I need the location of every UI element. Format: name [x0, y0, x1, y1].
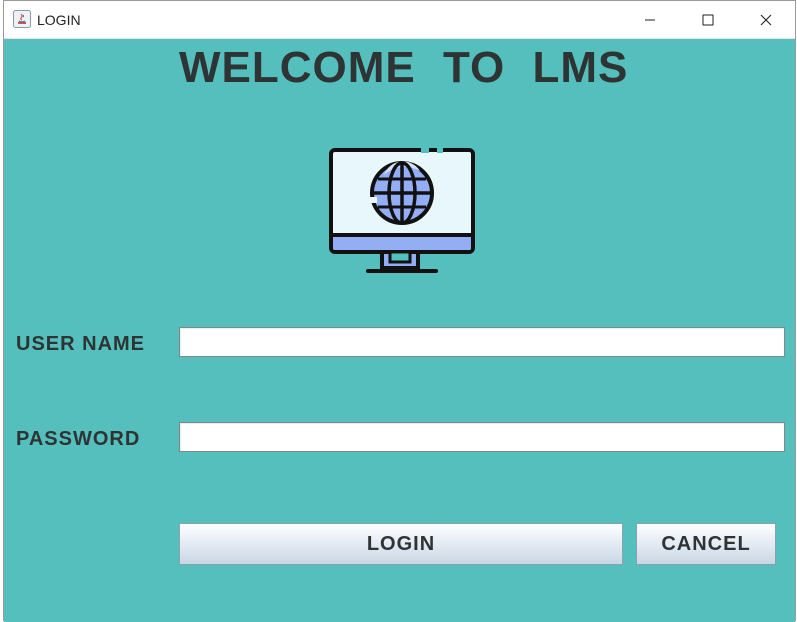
password-input[interactable]	[179, 422, 785, 452]
title-bar[interactable]: LOGIN	[4, 1, 795, 39]
cancel-button[interactable]: CANCEL	[636, 523, 776, 565]
window-title: LOGIN	[37, 12, 81, 28]
login-panel: WELCOME TO LMS USER NAME PASSWORD LOGIN …	[4, 39, 795, 622]
login-button[interactable]: LOGIN	[179, 523, 623, 565]
maximize-button[interactable]	[685, 1, 731, 39]
minimize-icon	[645, 19, 655, 21]
close-icon	[760, 14, 772, 26]
login-window: LOGIN WELCOME TO LMS USER NAME PASSWORD …	[3, 0, 796, 622]
maximize-icon	[702, 14, 714, 26]
minimize-button[interactable]	[627, 1, 673, 39]
page-title: WELCOME TO LMS	[179, 43, 629, 92]
username-input[interactable]	[179, 327, 785, 357]
java-app-icon	[13, 10, 31, 28]
username-label: USER NAME	[16, 333, 146, 355]
password-label: PASSWORD	[16, 428, 141, 450]
monitor-globe-icon	[326, 145, 478, 279]
close-button[interactable]	[743, 1, 789, 39]
